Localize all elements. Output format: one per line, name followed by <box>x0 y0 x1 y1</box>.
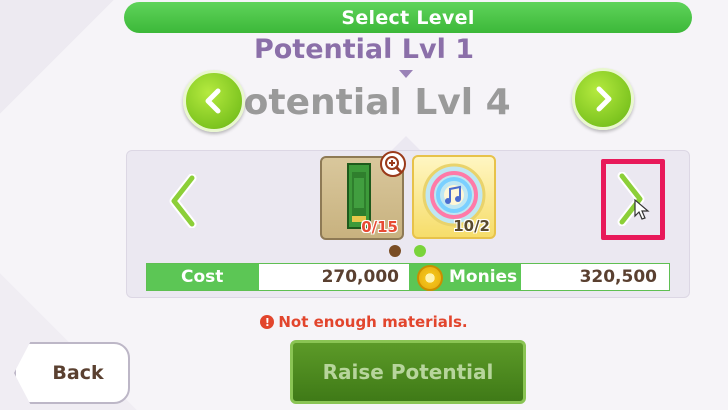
back-button[interactable]: Back <box>14 342 130 404</box>
cursor-icon <box>634 199 650 220</box>
warning-icon: ! <box>260 315 275 329</box>
title-bar: Select Level <box>124 2 692 33</box>
warning-message: ! Not enough materials. <box>0 313 728 331</box>
cost-row: Cost 270,000 Monies 320,500 <box>146 263 670 291</box>
down-caret-icon <box>399 70 413 78</box>
current-level-label: Potential Lvl 1 <box>253 34 475 65</box>
next-level-button[interactable] <box>572 68 634 130</box>
page-dot-2 <box>414 245 426 257</box>
material-item-rainbow-badge[interactable]: 10/2 <box>412 155 496 239</box>
item-count: 0/15 <box>361 218 398 236</box>
highlight-box <box>601 159 665 240</box>
magnifier-plus-icon <box>385 156 403 174</box>
item-count: 10/2 <box>453 217 490 235</box>
prev-level-button[interactable] <box>183 70 245 132</box>
prev-page-button[interactable] <box>166 174 202 228</box>
page-title: Select Level <box>341 6 475 29</box>
chevron-right-icon <box>596 86 612 112</box>
panel-notch <box>392 136 420 150</box>
chevron-left-icon <box>205 88 221 114</box>
monies-label-text: Monies <box>449 267 518 287</box>
warning-text: Not enough materials. <box>278 313 468 331</box>
page-dot-1 <box>389 245 401 257</box>
monies-label: Monies <box>409 264 521 291</box>
coin-icon <box>417 265 443 291</box>
zoom-icon[interactable] <box>380 151 406 177</box>
cost-value: 270,000 <box>259 264 409 290</box>
cost-label: Cost <box>147 264 259 290</box>
raise-potential-button[interactable]: Raise Potential <box>290 340 526 404</box>
monies-value: 320,500 <box>521 264 669 290</box>
